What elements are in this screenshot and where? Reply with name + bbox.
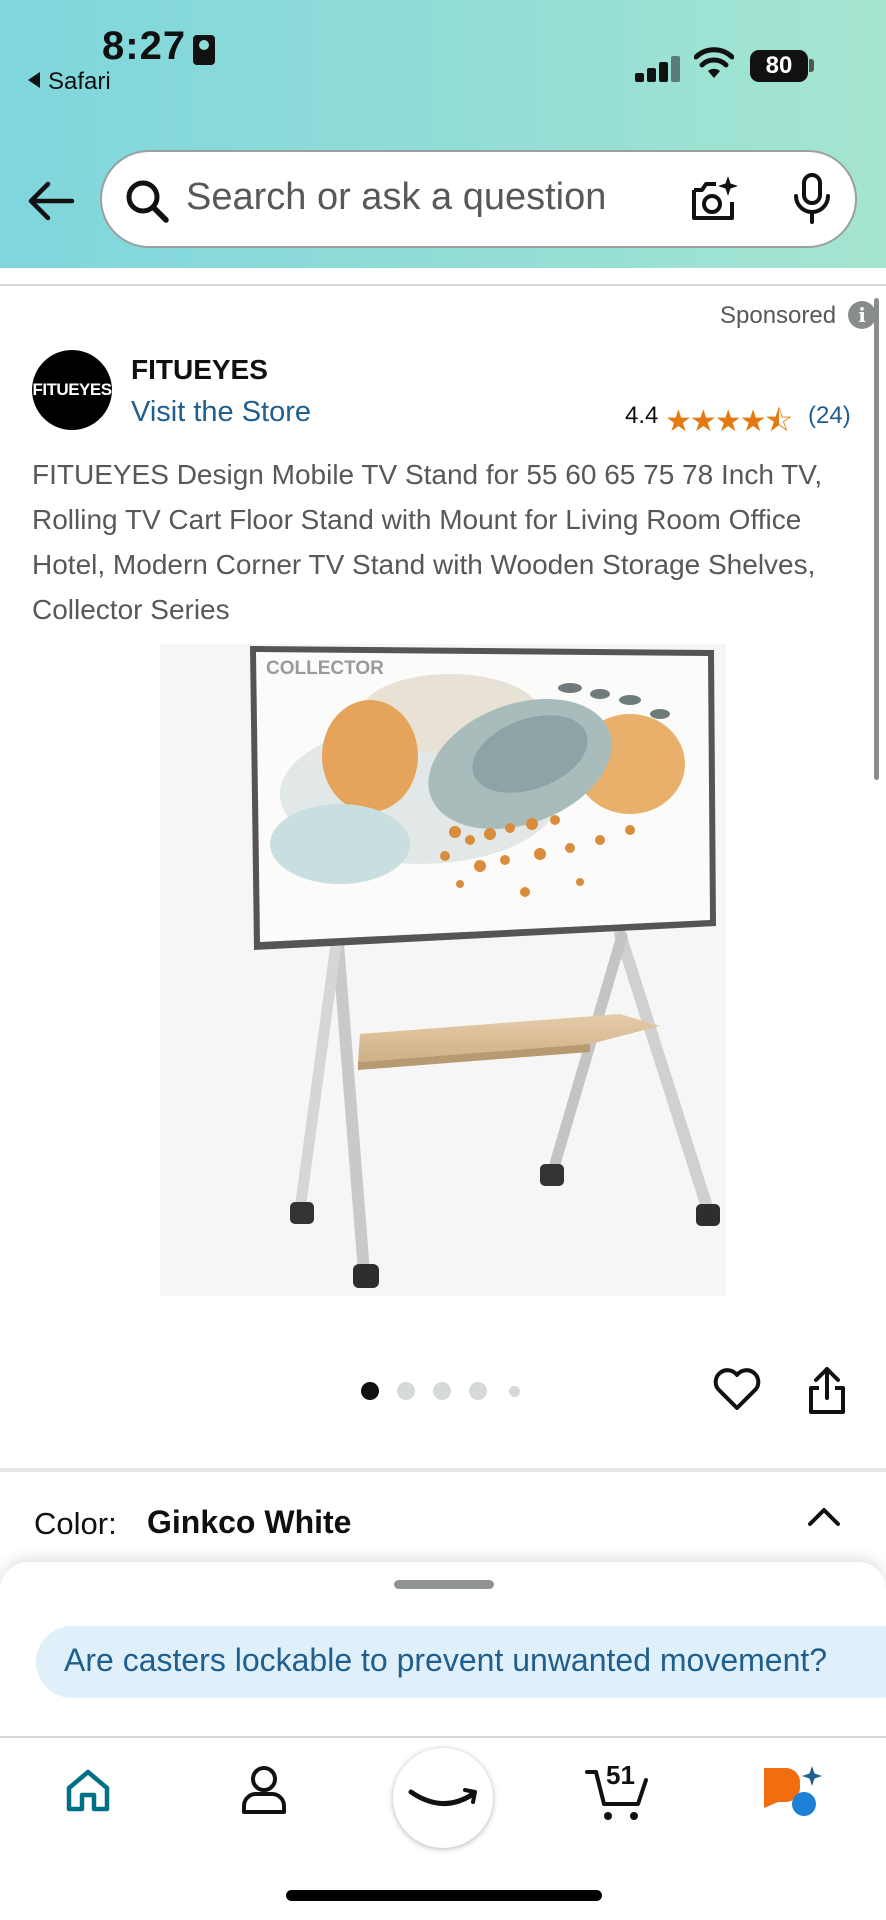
battery-indicator: 80 xyxy=(750,50,808,82)
microphone-icon[interactable] xyxy=(792,172,832,226)
search-icon xyxy=(126,180,169,223)
rating-value[interactable]: 4.4 xyxy=(625,402,658,430)
search-input[interactable] xyxy=(186,176,616,219)
account-icon[interactable] xyxy=(240,1764,288,1816)
chevron-up-icon[interactable] xyxy=(806,1504,842,1528)
info-icon[interactable]: i xyxy=(848,301,876,329)
visit-store-link[interactable]: Visit the Store xyxy=(131,396,311,429)
battery-tip xyxy=(809,59,814,72)
carousel-dot[interactable] xyxy=(397,1382,415,1400)
contact-badge-icon xyxy=(193,35,215,65)
amazon-home-button[interactable] xyxy=(393,1748,493,1848)
carousel-dot[interactable] xyxy=(469,1382,487,1400)
section-divider xyxy=(0,1468,886,1472)
tv-stand-illustration: COLLECTOR xyxy=(250,646,720,1288)
app-header: 8:27 Safari 80 xyxy=(0,0,886,268)
heart-icon[interactable] xyxy=(712,1366,762,1412)
carousel-dot-active[interactable] xyxy=(361,1382,379,1400)
product-image[interactable]: COLLECTOR xyxy=(160,644,726,1296)
sponsored-label: Sponsored xyxy=(720,302,837,329)
suggested-question-text: Are casters lockable to prevent unwanted… xyxy=(64,1642,828,1678)
brand-logo[interactable]: FITUEYES xyxy=(32,350,112,430)
sheet-drag-handle[interactable] xyxy=(394,1580,494,1589)
star-rating-icon[interactable]: ★★★★⯪ xyxy=(665,399,793,450)
product-title: FITUEYES Design Mobile TV Stand for 55 6… xyxy=(32,459,823,625)
suggestion-sheet: Are casters lockable to prevent unwanted… xyxy=(0,1562,886,1736)
cart-count: 51 xyxy=(606,1760,635,1790)
status-time: 8:27 xyxy=(102,24,187,68)
wifi-icon xyxy=(694,47,734,78)
brand-name: FITUEYES xyxy=(131,354,268,385)
image-caption: COLLECTOR xyxy=(266,658,384,679)
cellular-signal-icon xyxy=(635,56,681,82)
search-bar[interactable] xyxy=(100,150,857,248)
back-to-safari-link[interactable]: Safari xyxy=(28,68,111,96)
color-value[interactable]: Ginkco White xyxy=(147,1504,351,1541)
rufus-assistant-icon[interactable] xyxy=(760,1762,824,1822)
amazon-smile-icon xyxy=(408,1788,477,1806)
color-label: Color: xyxy=(34,1506,117,1541)
camera-lens-icon[interactable] xyxy=(688,174,740,226)
rating-count-link[interactable]: (24) xyxy=(808,402,851,430)
home-icon[interactable] xyxy=(64,1766,112,1814)
scrollbar[interactable] xyxy=(874,298,879,780)
share-icon[interactable] xyxy=(806,1366,848,1416)
header-divider xyxy=(0,268,886,286)
home-indicator[interactable] xyxy=(286,1890,602,1901)
carousel-dot[interactable] xyxy=(433,1382,451,1400)
carousel-dot[interactable] xyxy=(509,1386,520,1397)
suggested-question-chip[interactable]: Are casters lockable to prevent unwanted… xyxy=(36,1626,886,1698)
back-arrow-icon[interactable] xyxy=(26,178,76,224)
back-app-label: Safari xyxy=(48,68,111,95)
back-triangle-icon xyxy=(28,72,40,88)
